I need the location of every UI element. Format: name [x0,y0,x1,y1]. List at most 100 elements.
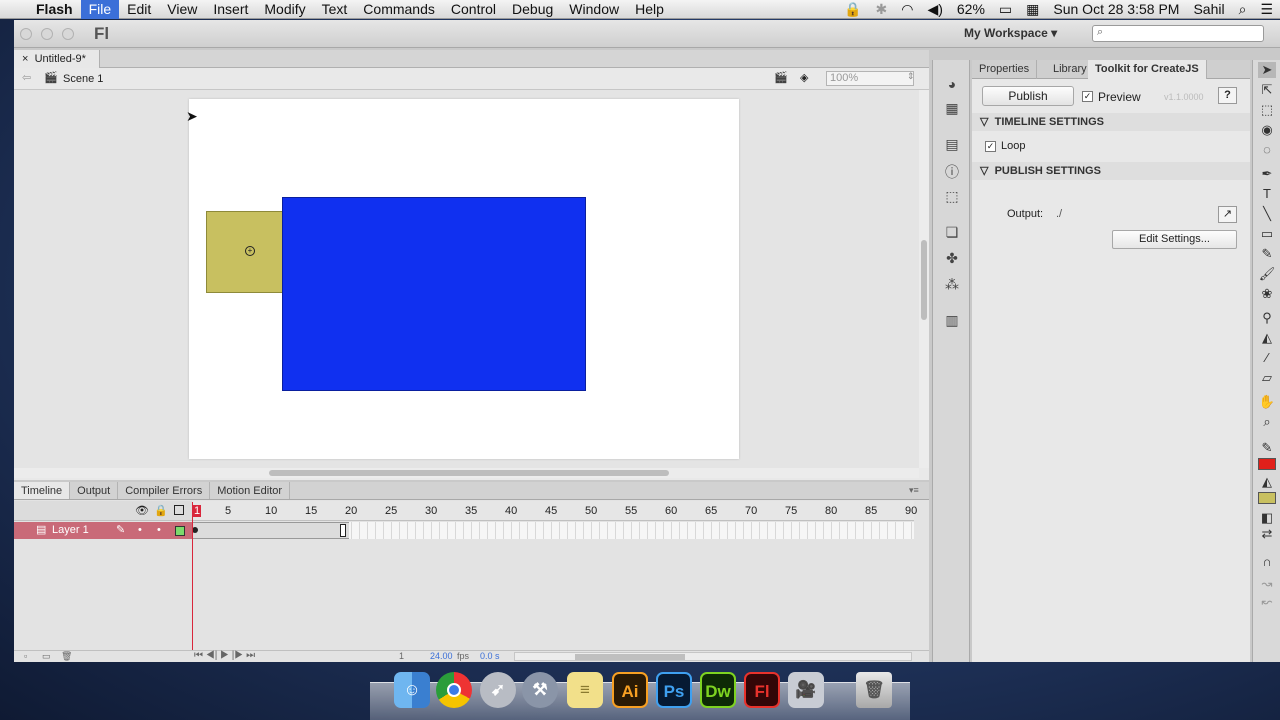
subselection-tool-icon[interactable]: ⇱ [1258,82,1276,98]
motion-presets-icon[interactable]: ⁂ [943,276,961,292]
text-tool-icon[interactable]: T [1258,186,1276,202]
loop-checkbox[interactable]: ✓ [985,141,996,152]
dock-illustrator[interactable]: Ai [612,672,648,708]
playhead[interactable] [192,502,193,652]
color-icon[interactable]: ◕ [943,76,961,92]
zoom-field[interactable]: 100% [826,71,914,86]
dock-photo-booth[interactable]: 🎥 [788,672,824,708]
menu-view[interactable]: View [159,0,205,19]
paint-bucket-tool-icon[interactable]: ◭ [1258,330,1276,346]
user-name[interactable]: Sahil [1186,1,1231,17]
brush-tool-icon[interactable]: 🖌 [1258,266,1276,282]
dock-flash[interactable]: Fl [744,672,780,708]
line-tool-icon[interactable]: ╲ [1258,206,1276,222]
info-icon[interactable]: ⓘ [943,162,961,180]
dock-stickies[interactable]: ≡ [567,672,603,708]
vertical-scrollbar[interactable] [919,90,929,468]
smooth-icon[interactable]: ↝ [1258,576,1276,592]
fps-value[interactable]: 24.00 [430,651,453,661]
edit-settings-button[interactable]: Edit Settings... [1112,230,1237,249]
output-path[interactable]: ./ [1056,208,1062,220]
eye-icon[interactable]: 👁 [135,504,149,517]
publish-button[interactable]: Publish [982,86,1074,106]
tab-properties[interactable]: Properties [972,60,1038,79]
outline-icon[interactable] [174,505,184,515]
new-folder-icon[interactable]: ▭ [42,651,51,662]
dock-finder[interactable]: ☺ [394,672,430,708]
spotlight-icon[interactable]: ⌕ [1232,1,1254,18]
tab-compiler-errors[interactable]: Compiler Errors [118,482,211,499]
outline-color-icon[interactable] [175,526,185,536]
clock[interactable]: Sun Oct 28 3:58 PM [1046,1,1186,17]
history-icon[interactable]: ▥ [943,312,961,328]
horizontal-scroll-thumb[interactable] [269,470,669,476]
timeline-settings-header[interactable]: ▽ TIMELINE SETTINGS [972,113,1250,131]
calendar-icon[interactable]: ▦ [1019,1,1046,18]
menu-insert[interactable]: Insert [205,0,256,19]
tab-output[interactable]: Output [70,482,119,499]
code-snippets-icon[interactable]: ❏ [943,224,961,240]
end-frame-marker[interactable] [340,524,346,537]
dock-xcode[interactable]: ⚒ [522,672,558,708]
publish-settings-header[interactable]: ▽ PUBLISH SETTINGS [972,162,1250,180]
align-icon[interactable]: ▤ [943,136,961,152]
timeline-scroll-thumb[interactable] [575,654,685,660]
menu-edit[interactable]: Edit [119,0,159,19]
menu-file[interactable]: File [80,0,120,19]
dock-dreamweaver[interactable]: Dw [700,672,736,708]
document-tab[interactable]: × Untitled-9* [14,50,100,68]
stage[interactable]: + [189,99,739,459]
menu-commands[interactable]: Commands [355,0,443,19]
zoom-stepper-icon[interactable]: ⇕ [907,71,915,82]
blue-rectangle[interactable] [282,197,586,391]
straighten-icon[interactable]: ↜ [1258,594,1276,610]
components-icon[interactable]: ✤ [943,250,961,266]
frame-span[interactable] [192,522,349,539]
pencil-tool-icon[interactable]: ✎ [1258,246,1276,262]
layer-row[interactable]: ▤ Layer 1 ✎ • • [14,522,192,539]
black-white-icon[interactable]: ◧ [1258,510,1276,526]
volume-icon[interactable]: ◀) [920,1,949,18]
zoom-window-button[interactable] [62,28,74,40]
horizontal-scrollbar[interactable] [14,468,919,478]
lasso-tool-icon[interactable]: ◌ [1258,142,1276,158]
deco-tool-icon[interactable]: ❀ [1258,286,1276,302]
eyedropper-tool-icon[interactable]: ⁄ [1258,350,1276,366]
hand-tool-icon[interactable]: ✋ [1258,394,1276,410]
time-value[interactable]: 0.0 s [480,651,500,661]
zoom-tool-icon[interactable]: ⌕ [1258,414,1276,430]
vertical-scroll-thumb[interactable] [921,240,927,320]
close-tab-icon[interactable]: × [22,53,28,65]
help-search-input[interactable]: ⌕ [1092,25,1264,42]
tab-timeline[interactable]: Timeline [14,482,71,499]
edit-scene-icon[interactable]: 🎬 [774,71,788,84]
scene-label[interactable]: Scene 1 [63,73,103,85]
delete-layer-icon[interactable]: 🗑 [61,651,72,662]
minimize-window-button[interactable] [41,28,53,40]
list-icon[interactable]: ☰ [1253,1,1280,18]
visibility-dot[interactable]: • [138,522,142,539]
timeline-hscroll[interactable] [514,652,912,661]
rectangle-tool-icon[interactable]: ▭ [1258,226,1276,242]
help-button[interactable]: ? [1218,87,1237,104]
bluetooth-icon[interactable]: ✱ [868,1,894,18]
panel-menu-icon[interactable]: ▾≡ [909,485,919,496]
swap-colors-icon[interactable]: ⇄ [1258,526,1276,542]
menu-window[interactable]: Window [561,0,627,19]
pen-tool-icon[interactable]: ✒ [1258,166,1276,182]
stroke-color-swatch[interactable] [1258,458,1276,470]
tab-toolkit-createjs[interactable]: Toolkit for CreateJS [1088,60,1207,79]
dock-launchpad[interactable]: ➹ [480,672,516,708]
preview-checkbox[interactable]: ✓ [1082,91,1093,102]
workspace-dropdown[interactable]: My Workspace ▾ [964,26,1057,40]
transform-icon[interactable]: ⬚ [943,188,961,204]
3d-rotation-tool-icon[interactable]: ◉ [1258,122,1276,138]
battery-label[interactable]: 62% [950,1,992,17]
tab-motion-editor[interactable]: Motion Editor [210,482,291,499]
app-menu[interactable]: Flash [28,0,81,19]
new-layer-icon[interactable]: ▫ [24,651,27,661]
fill-color-swatch[interactable] [1258,492,1276,504]
menu-modify[interactable]: Modify [256,0,313,19]
output-browse-button[interactable]: ↗ [1218,206,1237,223]
menu-text[interactable]: Text [314,0,356,19]
